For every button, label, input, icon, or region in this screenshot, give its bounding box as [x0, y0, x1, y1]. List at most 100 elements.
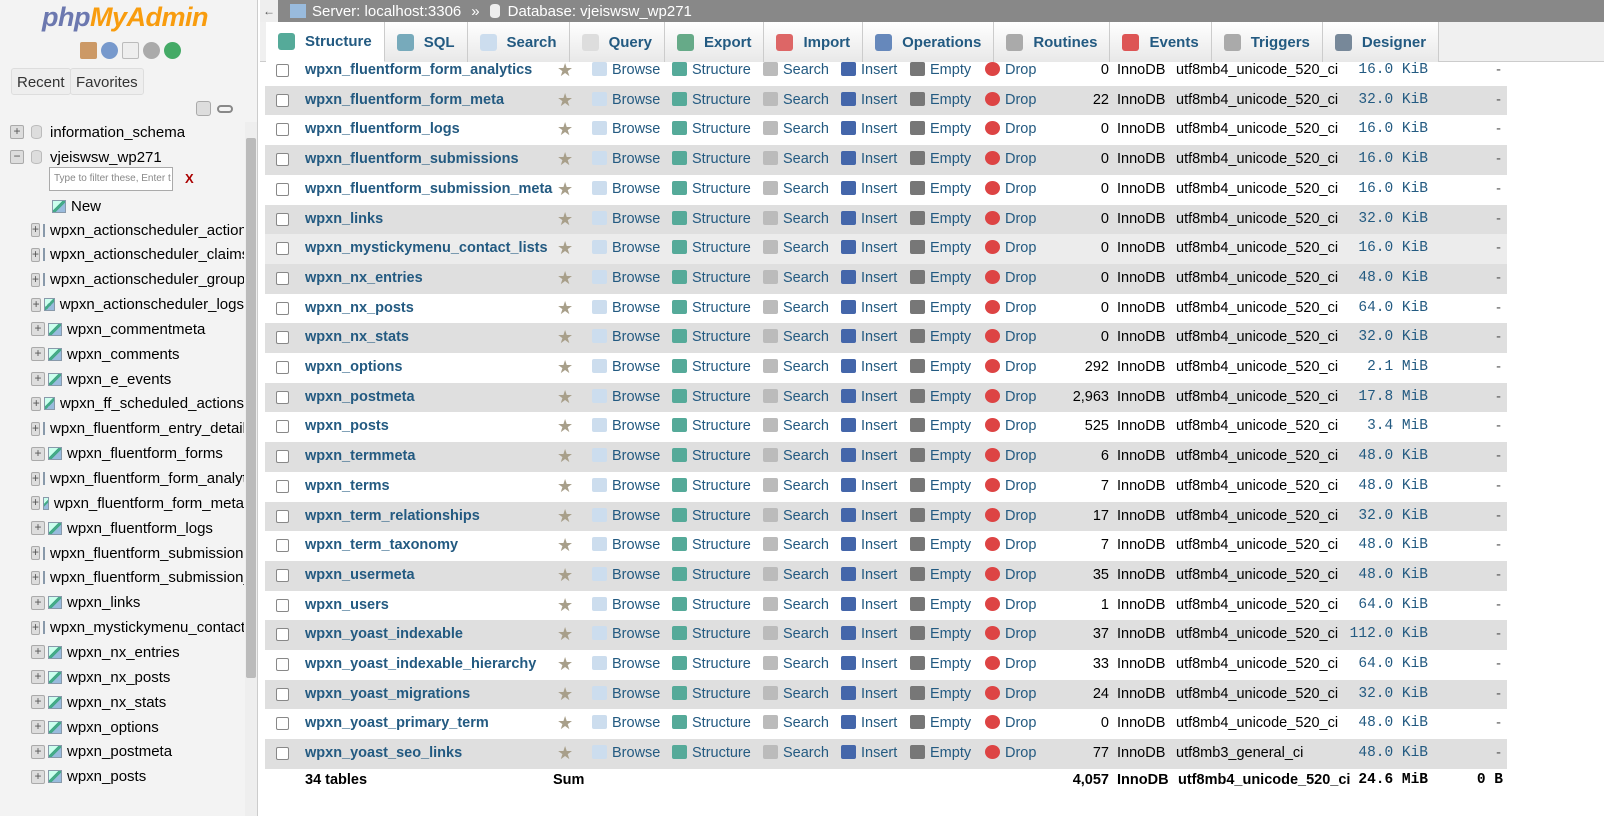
- structure-link[interactable]: Structure: [672, 359, 751, 375]
- insert-link[interactable]: Insert: [841, 745, 897, 761]
- search-link[interactable]: Search: [763, 596, 829, 613]
- drop-link[interactable]: Drop: [985, 299, 1036, 316]
- structure-link[interactable]: Structure: [672, 715, 751, 731]
- size[interactable]: 32.0 KiB: [1358, 211, 1428, 227]
- structure-link[interactable]: Structure: [672, 240, 751, 256]
- empty-link[interactable]: Empty: [910, 151, 971, 167]
- structure-link[interactable]: Structure: [672, 626, 751, 642]
- table-name[interactable]: wpxn_fluentform_forms: [67, 445, 223, 462]
- insert-link[interactable]: Insert: [841, 240, 897, 256]
- gear-icon[interactable]: [143, 42, 160, 59]
- size[interactable]: 16.0 KiB: [1358, 240, 1428, 256]
- favorite-star-icon[interactable]: ★: [557, 416, 573, 437]
- tree-database[interactable]: + information_schema: [10, 121, 185, 143]
- browse-link[interactable]: Browse: [592, 210, 660, 227]
- expand-icon[interactable]: +: [31, 670, 45, 685]
- size[interactable]: 48.0 KiB: [1358, 715, 1428, 731]
- empty-link[interactable]: Empty: [910, 121, 971, 137]
- browse-link[interactable]: Browse: [592, 566, 660, 583]
- size[interactable]: 64.0 KiB: [1358, 300, 1428, 316]
- favorite-star-icon[interactable]: ★: [557, 476, 573, 497]
- favorite-star-icon[interactable]: ★: [557, 654, 573, 675]
- search-link[interactable]: Search: [763, 507, 829, 524]
- size[interactable]: 16.0 KiB: [1358, 151, 1428, 167]
- breadcrumb-database[interactable]: Database: vjeiswsw_wp271: [508, 3, 692, 20]
- insert-link[interactable]: Insert: [841, 62, 897, 78]
- empty-link[interactable]: Empty: [910, 210, 971, 227]
- table-name[interactable]: wpxn_ff_scheduled_actions: [60, 395, 244, 412]
- row-checkbox[interactable]: [276, 628, 289, 642]
- insert-link[interactable]: Insert: [841, 507, 897, 524]
- table-name-link[interactable]: wpxn_term_relationships: [305, 508, 480, 524]
- favorite-star-icon[interactable]: ★: [557, 119, 573, 140]
- structure-link[interactable]: Structure: [672, 121, 751, 137]
- favorite-star-icon[interactable]: ★: [557, 357, 573, 378]
- search-link[interactable]: Search: [763, 240, 829, 256]
- table-name-link[interactable]: wpxn_termmeta: [305, 448, 415, 464]
- table-name-link[interactable]: wpxn_nx_posts: [305, 300, 414, 316]
- expand-icon[interactable]: +: [31, 396, 42, 411]
- insert-link[interactable]: Insert: [841, 566, 897, 583]
- search-link[interactable]: Search: [763, 180, 829, 197]
- browse-link[interactable]: Browse: [592, 715, 660, 731]
- search-link[interactable]: Search: [763, 151, 829, 167]
- insert-link[interactable]: Insert: [841, 715, 897, 731]
- search-link[interactable]: Search: [763, 210, 829, 227]
- browse-link[interactable]: Browse: [592, 62, 660, 78]
- row-checkbox[interactable]: [276, 450, 289, 464]
- drop-link[interactable]: Drop: [985, 448, 1036, 464]
- favorite-star-icon[interactable]: ★: [557, 268, 573, 289]
- expand-icon[interactable]: +: [31, 223, 41, 237]
- tree-database[interactable]: − vjeiswsw_wp271: [10, 146, 162, 168]
- drop-link[interactable]: Drop: [985, 566, 1036, 583]
- drop-link[interactable]: Drop: [985, 151, 1036, 167]
- size[interactable]: 32.0 KiB: [1358, 329, 1428, 345]
- browse-link[interactable]: Browse: [592, 537, 660, 553]
- empty-link[interactable]: Empty: [910, 388, 971, 405]
- table-name[interactable]: wpxn_links: [67, 594, 140, 611]
- size[interactable]: 32.0 KiB: [1358, 686, 1428, 702]
- table-name-link[interactable]: wpxn_links: [305, 211, 383, 227]
- insert-link[interactable]: Insert: [841, 121, 897, 137]
- drop-link[interactable]: Drop: [985, 596, 1036, 613]
- breadcrumb-server[interactable]: Server: localhost:3306: [312, 3, 461, 20]
- favorites-button[interactable]: Favorites: [70, 68, 144, 95]
- table-name-link[interactable]: wpxn_fluentform_logs: [305, 121, 460, 137]
- empty-link[interactable]: Empty: [910, 329, 971, 345]
- drop-link[interactable]: Drop: [985, 626, 1036, 642]
- table-name[interactable]: wpxn_actionscheduler_actions: [50, 222, 244, 239]
- favorite-star-icon[interactable]: ★: [557, 209, 573, 230]
- row-checkbox[interactable]: [276, 182, 289, 196]
- row-checkbox[interactable]: [276, 64, 289, 77]
- favorite-star-icon[interactable]: ★: [557, 90, 573, 111]
- size[interactable]: 48.0 KiB: [1358, 448, 1428, 464]
- search-link[interactable]: Search: [763, 537, 829, 553]
- row-checkbox[interactable]: [276, 242, 289, 256]
- browse-link[interactable]: Browse: [592, 180, 660, 197]
- row-checkbox[interactable]: [276, 123, 289, 137]
- tree-table[interactable]: + wpxn_nx_entries: [31, 641, 244, 663]
- favorite-star-icon[interactable]: ★: [557, 298, 573, 319]
- expand-icon[interactable]: +: [31, 372, 45, 387]
- table-name[interactable]: wpxn_nx_posts: [67, 669, 170, 686]
- structure-link[interactable]: Structure: [672, 537, 751, 553]
- favorite-star-icon[interactable]: ★: [557, 743, 573, 764]
- expand-icon[interactable]: +: [31, 421, 41, 436]
- browse-link[interactable]: Browse: [592, 329, 660, 345]
- drop-link[interactable]: Drop: [985, 656, 1036, 672]
- drop-link[interactable]: Drop: [985, 388, 1036, 405]
- drop-link[interactable]: Drop: [985, 507, 1036, 524]
- search-link[interactable]: Search: [763, 269, 829, 286]
- scrollbar-thumb[interactable]: [246, 138, 256, 678]
- search-link[interactable]: Search: [763, 418, 829, 434]
- structure-link[interactable]: Structure: [672, 507, 751, 524]
- tree-table[interactable]: + wpxn_actionscheduler_logs: [31, 294, 244, 316]
- structure-link[interactable]: Structure: [672, 448, 751, 464]
- tree-table[interactable]: + wpxn_fluentform_submission_meta: [31, 567, 244, 589]
- empty-link[interactable]: Empty: [910, 715, 971, 731]
- size[interactable]: 48.0 KiB: [1358, 745, 1428, 761]
- empty-link[interactable]: Empty: [910, 299, 971, 316]
- favorite-star-icon[interactable]: ★: [557, 565, 573, 586]
- tree-table[interactable]: + wpxn_comments: [31, 343, 244, 365]
- size[interactable]: 48.0 KiB: [1358, 567, 1428, 583]
